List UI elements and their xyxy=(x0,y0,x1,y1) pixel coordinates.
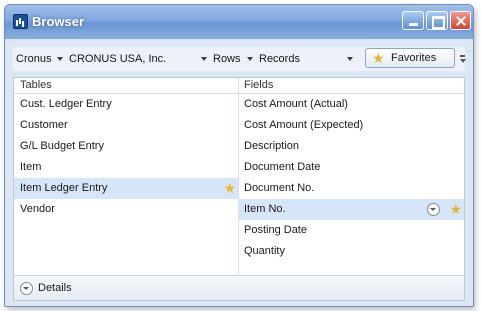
table-row-label: Customer xyxy=(20,119,68,131)
fields-panel: Fields Cost Amount (Actual) Cost Amount … xyxy=(238,78,464,276)
field-row[interactable]: Description xyxy=(238,136,464,157)
field-row-label: Document No. xyxy=(244,182,315,194)
table-row[interactable]: Cust. Ledger Entry xyxy=(14,94,238,115)
breadcrumb-rows[interactable]: Rows xyxy=(213,47,241,71)
favorites-label: Favorites xyxy=(391,52,437,64)
close-icon[interactable] xyxy=(450,11,471,30)
field-row-label: Document Date xyxy=(244,161,321,173)
table-row[interactable]: Item xyxy=(14,157,238,178)
star-icon[interactable]: ★ xyxy=(223,181,236,195)
field-row[interactable]: Cost Amount (Actual) xyxy=(238,94,464,115)
table-row-label: Vendor xyxy=(20,203,55,215)
app-icon xyxy=(13,14,28,29)
field-row[interactable]: Cost Amount (Expected) xyxy=(238,115,464,136)
table-row[interactable]: G/L Budget Entry xyxy=(14,136,238,157)
tables-header: Tables xyxy=(14,78,238,94)
field-row-label: Description xyxy=(244,140,300,152)
table-row-label: Item xyxy=(20,161,42,173)
field-row-selected[interactable]: Item No. ★ xyxy=(238,199,464,220)
tables-panel: Tables Cust. Ledger Entry Customer G/L B… xyxy=(14,78,239,276)
favorites-button[interactable]: ★ Favorites xyxy=(365,48,455,68)
browser-window: Browser Cronus CRONUS USA, Inc. Rows Rec… xyxy=(4,4,474,307)
details-bar[interactable]: Details xyxy=(14,275,464,300)
breadcrumb-company[interactable]: CRONUS USA, Inc. xyxy=(69,47,166,71)
table-row-selected[interactable]: Item Ledger Entry ★ xyxy=(14,178,238,199)
toolbar: Cronus CRONUS USA, Inc. Rows Records ★ F… xyxy=(13,47,468,71)
browser-content: Tables Cust. Ledger Entry Customer G/L B… xyxy=(13,77,465,301)
chevron-down-icon[interactable] xyxy=(20,282,33,295)
chevron-down-icon[interactable] xyxy=(347,57,353,61)
field-row-label: Cost Amount (Expected) xyxy=(244,119,364,131)
field-row[interactable]: Quantity xyxy=(238,241,464,262)
maximize-icon[interactable] xyxy=(426,11,448,30)
field-row[interactable]: Document Date xyxy=(238,157,464,178)
details-label: Details xyxy=(38,282,72,294)
field-row-label: Item No. xyxy=(244,203,286,215)
overflow-icon[interactable] xyxy=(460,55,468,69)
fields-header: Fields xyxy=(238,78,464,94)
chevron-down-icon[interactable] xyxy=(247,57,253,61)
field-row-label: Cost Amount (Actual) xyxy=(244,98,348,110)
breadcrumb-cronus[interactable]: Cronus xyxy=(16,47,51,71)
window-title: Browser xyxy=(32,14,85,29)
chevron-down-icon[interactable] xyxy=(57,57,63,61)
field-row-label: Quantity xyxy=(244,245,285,257)
table-row[interactable]: Vendor xyxy=(14,199,238,220)
table-row-label: Item Ledger Entry xyxy=(20,182,108,194)
minimize-icon[interactable] xyxy=(402,11,424,30)
table-row-label: Cust. Ledger Entry xyxy=(20,98,112,110)
field-row[interactable]: Document No. xyxy=(238,178,464,199)
field-row[interactable]: Posting Date xyxy=(238,220,464,241)
star-icon: ★ xyxy=(372,50,385,66)
breadcrumb-records[interactable]: Records xyxy=(259,47,300,71)
star-icon[interactable]: ★ xyxy=(449,202,462,216)
field-row-label: Posting Date xyxy=(244,224,307,236)
table-row-label: G/L Budget Entry xyxy=(20,140,104,152)
chevron-down-icon[interactable] xyxy=(201,57,207,61)
table-row[interactable]: Customer xyxy=(14,115,238,136)
chevron-down-icon[interactable] xyxy=(427,203,440,216)
title-bar[interactable]: Browser xyxy=(5,5,473,39)
